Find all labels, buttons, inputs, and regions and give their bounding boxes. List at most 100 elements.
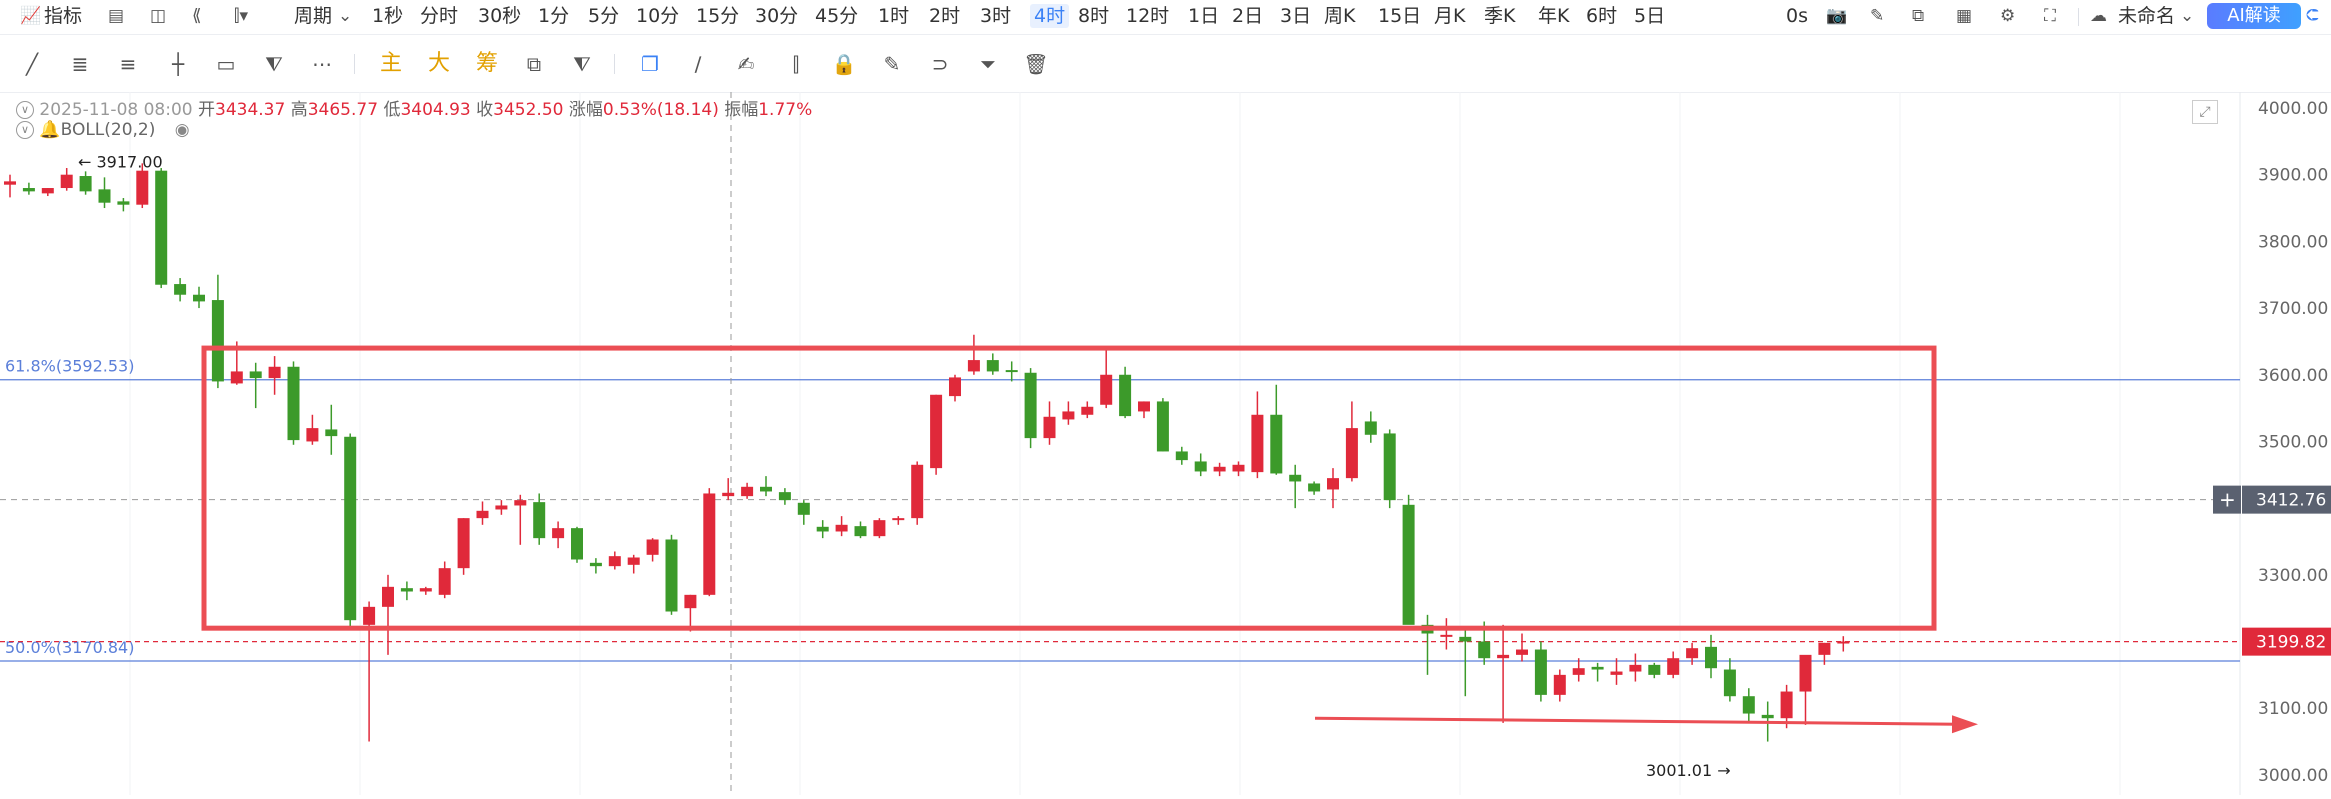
horizontal-ray-icon[interactable]: ≣ <box>66 50 94 78</box>
expand-icon[interactable]: ⤢ <box>2192 100 2218 124</box>
pen-icon[interactable]: ✎ <box>1870 5 1884 27</box>
fib-label: 61.8%(3592.53) <box>5 357 134 376</box>
timeframe-12[interactable]: 4时 <box>1030 4 1070 28</box>
more-icon[interactable]: ⋯ <box>308 50 336 78</box>
chart-type-icon[interactable]: ⫿▾ <box>234 5 248 27</box>
note-icon[interactable]: ✎ <box>878 50 906 78</box>
fib-icon[interactable]: ⧨ <box>260 50 288 78</box>
timeframe-20[interactable]: 月K <box>1434 4 1465 28</box>
candle-body <box>892 518 905 521</box>
timeframe-8[interactable]: 45分 <box>815 4 858 28</box>
candle-body <box>1383 433 1396 501</box>
timeframe-1[interactable]: 分时 <box>420 4 458 28</box>
trash-icon[interactable]: 🗑 <box>1022 50 1050 78</box>
edit-icon[interactable]: ⧉ <box>520 50 548 78</box>
period-button[interactable]: 周期 <box>294 4 332 28</box>
bars-icon[interactable]: ⫿ <box>782 50 810 78</box>
collapse-icon[interactable]: ∨ <box>16 121 34 139</box>
candle-body <box>22 188 35 192</box>
ai-interpret-button[interactable]: AI解读 <box>2207 3 2301 29</box>
timeframe-21[interactable]: 季K <box>1484 4 1515 28</box>
close-label: 收 <box>476 100 494 120</box>
timeframe-13[interactable]: 8时 <box>1078 4 1109 28</box>
fullscreen-icon[interactable]: ⛶ <box>2044 5 2056 27</box>
candle-body <box>873 520 886 537</box>
main-chart-button[interactable]: 主 <box>380 50 402 78</box>
candle-body <box>1610 671 1623 675</box>
candle-body <box>1270 414 1283 474</box>
replay-icon[interactable]: ⟪ <box>192 5 201 27</box>
price-tick-label: 3600.00 <box>2258 366 2328 386</box>
timeframe-15[interactable]: 1日 <box>1188 4 1219 28</box>
measure-icon[interactable]: ⧨ <box>568 50 596 78</box>
magnet-icon[interactable]: ⊃ <box>926 50 954 78</box>
candle-body <box>495 505 508 510</box>
timeframe-22[interactable]: 年K <box>1538 4 1569 28</box>
candle-body <box>1308 483 1321 492</box>
timeframe-5[interactable]: 10分 <box>636 4 679 28</box>
share-icon[interactable]: ⮈ <box>2306 5 2319 27</box>
eye-icon[interactable]: ◉ <box>175 120 190 140</box>
timeframe-6[interactable]: 15分 <box>696 4 739 28</box>
cross-line-icon[interactable]: ┼ <box>164 50 192 78</box>
brush-icon[interactable]: ✍ <box>732 50 760 78</box>
range-rectangle <box>201 345 1937 631</box>
candle-body <box>1119 374 1132 417</box>
candle-body <box>1686 648 1699 659</box>
snapshot-icon[interactable]: ▦ <box>1956 5 1972 27</box>
candle-body <box>930 394 943 469</box>
big-order-button[interactable]: 大 <box>428 50 450 78</box>
indicator-icon[interactable]: 📈 <box>20 5 41 27</box>
timeframe-2[interactable]: 30秒 <box>478 4 521 28</box>
candle-body <box>1327 478 1339 490</box>
chevron-down-icon[interactable]: ⌄ <box>2180 5 2194 27</box>
share-window-icon[interactable]: ⧉ <box>1912 5 1924 27</box>
ruler-icon[interactable]: ∕ <box>684 50 712 78</box>
chip-distribution-button[interactable]: 筹 <box>476 50 498 78</box>
timeframe-7[interactable]: 30分 <box>755 4 798 28</box>
timeframe-24[interactable]: 5日 <box>1634 4 1665 28</box>
candle-body <box>1723 669 1736 697</box>
price-chart[interactable]: 4000.00 3900.00 3800.00 3700.00 3600.00 3500.… <box>0 92 2331 799</box>
collapse-icon[interactable]: ∨ <box>16 101 34 119</box>
timeframe-10[interactable]: 2时 <box>929 4 960 28</box>
trend-line-icon[interactable]: ╱ <box>18 50 46 78</box>
support-arrow-line <box>1314 716 1959 726</box>
layout-icon[interactable]: ◫ <box>150 5 166 27</box>
timeframe-3[interactable]: 1分 <box>538 4 569 28</box>
timeframe-9[interactable]: 1时 <box>878 4 909 28</box>
filter-icon[interactable]: ⏷ <box>974 50 1002 78</box>
parallel-channel-icon[interactable]: ≡ <box>114 50 142 78</box>
calendar-icon[interactable]: ▤ <box>108 5 124 27</box>
timeframe-0[interactable]: 1秒 <box>372 4 403 28</box>
settings-icon[interactable]: ⚙ <box>2000 5 2015 27</box>
candle-body <box>363 606 376 625</box>
bell-icon[interactable]: 🔔 <box>39 120 60 140</box>
indicator-button[interactable]: 指标 <box>44 4 82 28</box>
high-label: 高 <box>290 100 308 120</box>
timeframe-17[interactable]: 3日 <box>1280 4 1311 28</box>
timeframe-4[interactable]: 5分 <box>588 4 619 28</box>
support-arrow-head <box>1952 715 1978 734</box>
indicator-name[interactable]: BOLL(20,2) <box>61 120 156 140</box>
timeframe-18[interactable]: 周K <box>1324 4 1355 28</box>
candle-body <box>514 500 527 506</box>
timeframe-23[interactable]: 6时 <box>1586 4 1617 28</box>
timeframe-16[interactable]: 2日 <box>1232 4 1263 28</box>
candle-body <box>1478 641 1491 659</box>
timeframe-11[interactable]: 3时 <box>980 4 1011 28</box>
chevron-down-icon[interactable]: ⌄ <box>338 5 352 27</box>
rectangle-icon[interactable]: ▭ <box>212 50 240 78</box>
price-tick-label: 3000.00 <box>2258 766 2328 786</box>
candle-body <box>1591 666 1604 670</box>
copy-icon[interactable]: ❐ <box>636 50 664 78</box>
workspace-name[interactable]: 未命名 <box>2118 4 2175 28</box>
low-label: 低 <box>383 100 401 120</box>
lock-icon[interactable]: 🔒 <box>830 50 858 78</box>
max-price-marker: ← 3917.00 <box>78 152 163 171</box>
timeframe-19[interactable]: 15日 <box>1378 4 1421 28</box>
cloud-icon[interactable]: ☁ <box>2090 5 2107 27</box>
timeframe-14[interactable]: 12时 <box>1126 4 1169 28</box>
camera-icon[interactable]: 📷 <box>1826 5 1847 27</box>
candle-body <box>1005 370 1018 373</box>
